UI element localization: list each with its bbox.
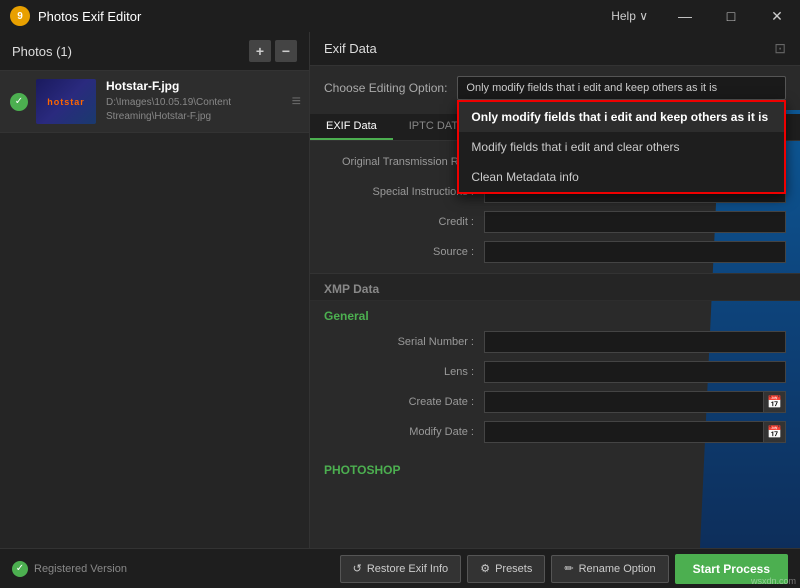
rename-option-button[interactable]: ✏ Rename Option [551,555,668,583]
source-input[interactable] [484,241,786,263]
left-panel-header: Photos (1) + − [0,32,309,71]
panel-icon: ⊡ [774,40,786,57]
photo-thumbnail: hotstar [36,79,96,124]
create-date-input[interactable] [484,391,764,413]
modify-date-row: Modify Date : 📅 [310,417,800,447]
dropdown-option-3[interactable]: Clean Metadata info [459,162,784,192]
registered-icon: ✓ [12,561,28,577]
help-menu[interactable]: Help ∨ [597,0,662,32]
editing-option-dropdown-popup: Only modify fields that i edit and keep … [457,100,786,194]
watermark: wsxdn.com [751,576,796,586]
serial-number-input[interactable] [484,331,786,353]
panel-header-buttons: + − [249,40,297,62]
left-panel: Photos (1) + − ✓ hotstar Hotstar-F.jpg D… [0,32,310,548]
right-panel-header: Exif Data ⊡ [310,32,800,66]
rename-icon: ✏ [564,562,573,575]
source-label: Source : [324,246,474,258]
create-date-field-wrapper: 📅 [484,391,786,413]
original-transmission-ref-label: Original Transmission Ref : [324,156,474,168]
maximize-button[interactable]: □ [708,0,754,32]
remove-photo-button[interactable]: − [275,40,297,62]
editing-option-row: Choose Editing Option: Only modify field… [310,66,800,110]
source-row: Source : [310,237,800,267]
bottom-actions: ↺ Restore Exif Info ⚙ Presets ✏ Rename O… [340,554,788,584]
credit-row: Credit : [310,207,800,237]
create-date-label: Create Date : [324,396,474,408]
right-panel: Exif Data ⊡ Choose Editing Option: Only … [310,32,800,548]
registered-status: ✓ Registered Version [12,561,127,577]
dropdown-option-2[interactable]: Modify fields that i edit and clear othe… [459,132,784,162]
modify-date-calendar-icon[interactable]: 📅 [764,421,786,443]
add-photo-button[interactable]: + [249,40,271,62]
photo-name: Hotstar-F.jpg [106,79,299,93]
registered-label: Registered Version [34,563,127,575]
photoshop-section-label: PHOTOSHOP [310,455,800,481]
bottom-bar: ✓ Registered Version ↺ Restore Exif Info… [0,548,800,588]
tab-exif-data[interactable]: EXIF Data [310,114,393,140]
lens-label: Lens : [324,366,474,378]
restore-icon: ↺ [353,562,362,575]
lens-row: Lens : [310,357,800,387]
photo-thumb-inner: hotstar [36,79,96,124]
photos-panel-title: Photos (1) [12,44,72,59]
photo-list-item[interactable]: ✓ hotstar Hotstar-F.jpg D:\Images\10.05.… [0,71,309,133]
editing-option-select[interactable]: Only modify fields that i edit and keep … [457,76,786,100]
titlebar: 9 Photos Exif Editor Help ∨ — □ ✕ [0,0,800,32]
create-date-calendar-icon[interactable]: 📅 [764,391,786,413]
editing-option-dropdown-wrapper: Only modify fields that i edit and keep … [457,76,786,100]
special-instructions-label: Special Instructions : [324,186,474,198]
app-logo: 9 [10,6,30,26]
minimize-button[interactable]: — [662,0,708,32]
photo-menu-icon[interactable]: ≡ [292,93,301,111]
close-button[interactable]: ✕ [754,0,800,32]
modify-date-input[interactable] [484,421,764,443]
form-area: Original Transmission Ref : Special Inst… [310,141,800,548]
presets-button[interactable]: ⚙ Presets [467,555,545,583]
presets-icon: ⚙ [480,562,490,575]
general-section-label: General [310,301,800,327]
main-container: Photos (1) + − ✓ hotstar Hotstar-F.jpg D… [0,32,800,548]
credit-label: Credit : [324,216,474,228]
photo-path: D:\Images\10.05.19\Content Streaming\Hot… [106,96,299,124]
credit-input[interactable] [484,211,786,233]
modify-date-label: Modify Date : [324,426,474,438]
restore-exif-button[interactable]: ↺ Restore Exif Info [340,555,462,583]
photo-info: Hotstar-F.jpg D:\Images\10.05.19\Content… [106,79,299,124]
xmp-section-header: XMP Data [310,273,800,301]
serial-number-row: Serial Number : [310,327,800,357]
serial-number-label: Serial Number : [324,336,474,348]
app-title: Photos Exif Editor [38,9,141,24]
lens-input[interactable] [484,361,786,383]
create-date-row: Create Date : 📅 [310,387,800,417]
exif-panel-title: Exif Data [324,41,377,56]
modify-date-field-wrapper: 📅 [484,421,786,443]
dropdown-option-1[interactable]: Only modify fields that i edit and keep … [459,102,784,132]
window-controls: Help ∨ — □ ✕ [597,0,800,32]
editing-option-label: Choose Editing Option: [324,81,447,95]
photo-check-icon: ✓ [10,93,28,111]
